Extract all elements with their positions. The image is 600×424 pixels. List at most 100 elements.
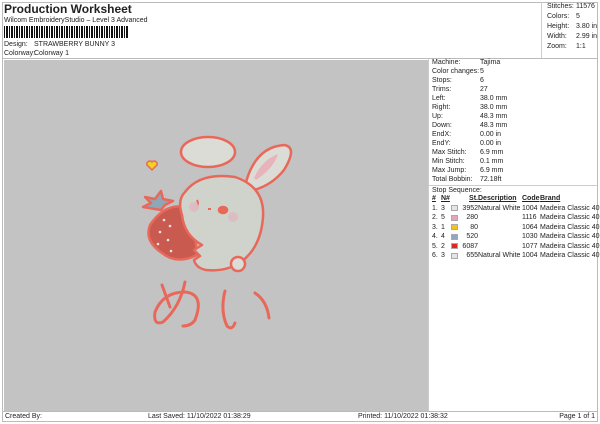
thread-brand: Madeira Classic 40	[540, 223, 600, 231]
info-label: Trims:	[432, 86, 452, 93]
stitch-count: 80	[470, 223, 478, 231]
created-by: Created By:	[5, 413, 42, 420]
stop-row: 1. 3 3952 Natural White 1004 Madeira Cla…	[429, 204, 600, 214]
info-value: 6.9 mm	[480, 167, 504, 174]
stat-value: 2.99 in	[576, 33, 598, 40]
bunny-tail	[229, 255, 247, 273]
info-value: 0.1 mm	[480, 158, 504, 165]
stop-number: 5.	[432, 242, 438, 250]
info-row: Up: 48.3 mm	[429, 112, 598, 121]
stop-row: 5. 2 6087 1077 Madeira Classic 40	[429, 242, 600, 252]
stat-label: Stitches:	[547, 3, 574, 10]
colorway-label: Colorway:	[4, 50, 36, 57]
stat-label: Height:	[547, 23, 570, 30]
info-value: 38.0 mm	[480, 95, 508, 102]
stop-row: 2. 5 280 1116 Madeira Classic 40	[429, 213, 600, 223]
thread-brand: Madeira Classic 40	[540, 233, 600, 240]
stop-number: 2.	[432, 214, 438, 221]
stop-sequence-title: Stop Sequence:	[429, 185, 598, 194]
info-row: Color changes: 5	[429, 67, 598, 76]
info-panel: Machine: Tajima Color changes: 5 Stops: 6 Trim…	[428, 58, 600, 411]
stop-row: 4. 4 520 1030 Madeira Classic 40	[429, 232, 600, 242]
info-value: 72.18ft	[480, 176, 502, 183]
bunny-eye	[217, 205, 229, 215]
stop-number: 6.	[432, 252, 438, 259]
info-label: Max Stitch:	[432, 149, 467, 156]
design-field: Design: STRAWBERRY BUNNY 3	[4, 41, 115, 48]
printed-date: Printed: 11/10/2022 01:38:32	[358, 413, 448, 420]
design-label: Design:	[4, 41, 28, 48]
info-row: Trims: 27	[429, 85, 598, 94]
stats-panel: Stitches: 11576 Colors: 5 Height: 3.80 in Widt…	[541, 2, 598, 58]
stop-row: 6. 3 655 Natural White 1004 Madeira Clas…	[429, 251, 600, 261]
barcode	[4, 26, 128, 38]
software-name: Wilcom EmbroideryStudio – Level 3 Advanc…	[4, 17, 148, 24]
info-row: Min Stitch: 0.1 mm	[429, 157, 598, 166]
info-label: Min Stitch:	[432, 158, 465, 165]
info-label: Machine:	[432, 59, 461, 66]
info-label: Right:	[432, 104, 451, 111]
color-swatch	[451, 243, 458, 249]
info-label: Total Bobbin:	[432, 176, 473, 183]
stat-value: 11576	[576, 3, 595, 10]
stop-number: 1.	[432, 204, 438, 212]
color-swatch	[451, 214, 458, 221]
info-row: EndY: 0.00 in	[429, 139, 598, 148]
info-row: Right: 38.0 mm	[429, 103, 598, 112]
thread-description: Natural White	[478, 252, 521, 259]
page-number: Page 1 of 1	[559, 413, 595, 420]
stat-row: Height: 3.80 in	[542, 22, 598, 32]
info-label: Color changes:	[432, 68, 480, 75]
info-row: Max Jump: 6.9 mm	[429, 166, 598, 175]
colorway-field: Colorway: Colorway 1	[4, 50, 69, 57]
info-row: Machine: Tajima	[429, 58, 598, 67]
stop-sequence-header: # N# St. Description Code Brand	[429, 194, 598, 204]
stat-row: Colors: 5	[542, 12, 598, 22]
stat-label: Colors:	[547, 13, 570, 20]
design-value: STRAWBERRY BUNNY 3	[34, 41, 116, 48]
stat-row: Zoom: 1:1	[542, 42, 598, 52]
info-label: Stops:	[432, 77, 452, 84]
info-value: 48.3 mm	[480, 113, 508, 120]
footer: Created By: Last Saved: 11/10/2022 01:38…	[2, 411, 598, 422]
info-row: Down: 48.3 mm	[429, 121, 598, 130]
stitch-count: 655	[466, 252, 478, 259]
stop-number: 4.	[432, 233, 438, 240]
thread-brand: Madeira Classic 40	[540, 204, 600, 212]
info-label: Left:	[432, 95, 446, 102]
thread-code: 1004	[522, 204, 538, 212]
thread-description: Natural White	[478, 204, 521, 212]
design-preview	[4, 60, 428, 411]
thread-code: 1004	[522, 252, 538, 259]
stat-row: Stitches: 11576	[542, 2, 598, 12]
info-value: 6	[480, 77, 484, 84]
stitch-count: 6087	[462, 242, 478, 250]
info-row: Stops: 6	[429, 76, 598, 85]
info-label: EndX:	[432, 131, 452, 138]
info-row: Max Stitch: 6.9 mm	[429, 148, 598, 157]
heart-icon	[146, 160, 158, 171]
thread-brand: Madeira Classic 40	[540, 252, 600, 259]
embroidery-design	[141, 135, 293, 330]
column-header: #	[432, 195, 436, 202]
info-value: 27	[480, 86, 488, 93]
stitch-count: 3952	[462, 204, 478, 212]
info-value: 0.00 in	[480, 131, 502, 138]
info-value: 6.9 mm	[480, 149, 504, 156]
thread-code: 1030	[522, 233, 538, 240]
page-title: Production Worksheet	[4, 2, 132, 16]
stitch-count: 520	[466, 233, 478, 240]
column-header: Brand	[540, 195, 561, 202]
info-value: 5	[480, 68, 484, 75]
column-header: N#	[441, 195, 450, 202]
thread-code: 1077	[522, 242, 538, 250]
stat-row: Width: 2.99 in	[542, 32, 598, 42]
stat-value: 5	[576, 13, 580, 20]
color-swatch	[451, 252, 458, 259]
column-header: Description	[478, 195, 517, 202]
needle-number: 3	[441, 204, 445, 212]
info-label: Up:	[432, 113, 443, 120]
info-row: Left: 38.0 mm	[429, 94, 598, 103]
info-label: Max Jump:	[432, 167, 467, 174]
color-swatch	[451, 233, 458, 240]
